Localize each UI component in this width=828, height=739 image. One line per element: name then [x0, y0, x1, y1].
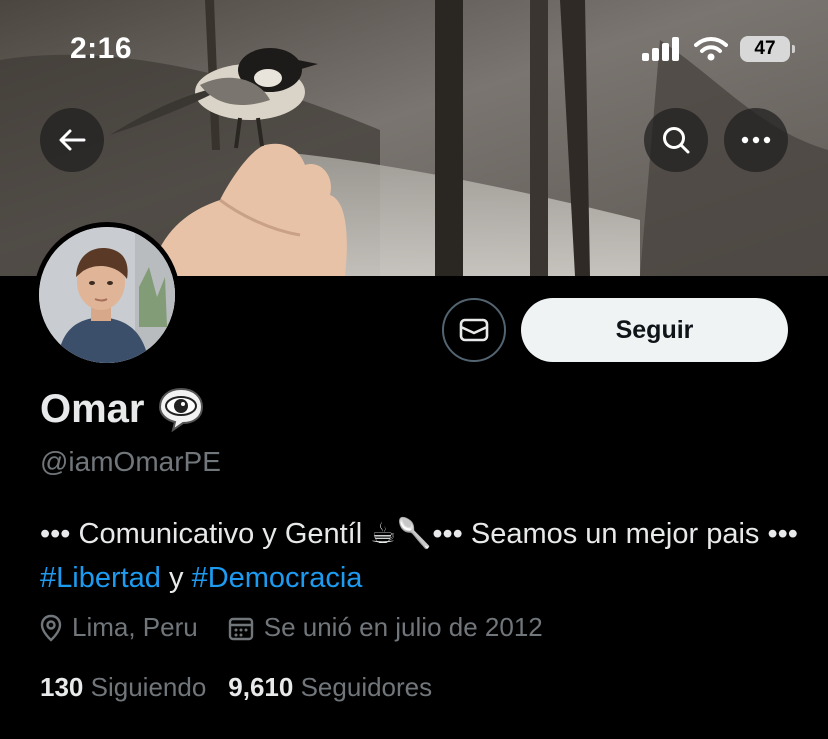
calendar-icon [228, 617, 253, 640]
status-time: 2:16 [70, 32, 133, 65]
joined-item: Se unió en julio de 2012 [228, 612, 543, 643]
followers-link[interactable]: 9,610 Seguidores [228, 672, 432, 703]
avatar[interactable] [34, 222, 180, 368]
message-button[interactable] [442, 298, 506, 362]
hashtag-democracia[interactable]: #Democracia [192, 562, 363, 594]
wifi-icon [694, 37, 728, 61]
more-options-icon [741, 136, 771, 144]
location-item: Lima, Peru [40, 612, 198, 643]
profile-handle: @iamOmarPE [40, 446, 221, 477]
status-indicators: 47 [642, 36, 795, 62]
following-count: 130 [40, 672, 84, 702]
following-label: Siguiendo [90, 672, 207, 702]
location-pin-icon [40, 614, 62, 642]
hashtag-libertad[interactable]: #Libertad [40, 562, 161, 594]
back-arrow-icon [59, 129, 86, 151]
envelope-icon [459, 318, 489, 342]
joined-text: Se unió en julio de 2012 [263, 612, 543, 642]
follow-button[interactable]: Seguir [521, 298, 788, 362]
profile-name-row: Omar [40, 386, 205, 432]
search-icon [663, 127, 690, 154]
following-link[interactable]: 130 Siguiendo [40, 672, 206, 703]
more-options-button[interactable] [724, 108, 788, 172]
eye-in-speech-bubble-icon [158, 387, 203, 432]
search-button[interactable] [644, 108, 708, 172]
bio-connector: y [160, 562, 192, 594]
avatar-image [39, 227, 175, 363]
battery-indicator: 47 [740, 36, 795, 62]
profile-name: Omar [40, 386, 145, 431]
followers-label: Seguidores [300, 672, 433, 702]
bio-text: ••• Comunicativo y Gentíl ☕🥄••• Seamos u… [40, 518, 798, 550]
followers-count: 9,610 [228, 672, 294, 702]
back-button[interactable] [40, 108, 104, 172]
cellular-signal-icon [642, 37, 679, 61]
profile-bio: ••• Comunicativo y Gentíl ☕🥄••• Seamos u… [40, 512, 800, 600]
profile-stats: 130 Siguiendo 9,610 Seguidores [40, 672, 432, 703]
location-text: Lima, Peru [72, 612, 198, 642]
profile-meta: Lima, Peru Se unió en julio de 2012 [40, 612, 543, 643]
